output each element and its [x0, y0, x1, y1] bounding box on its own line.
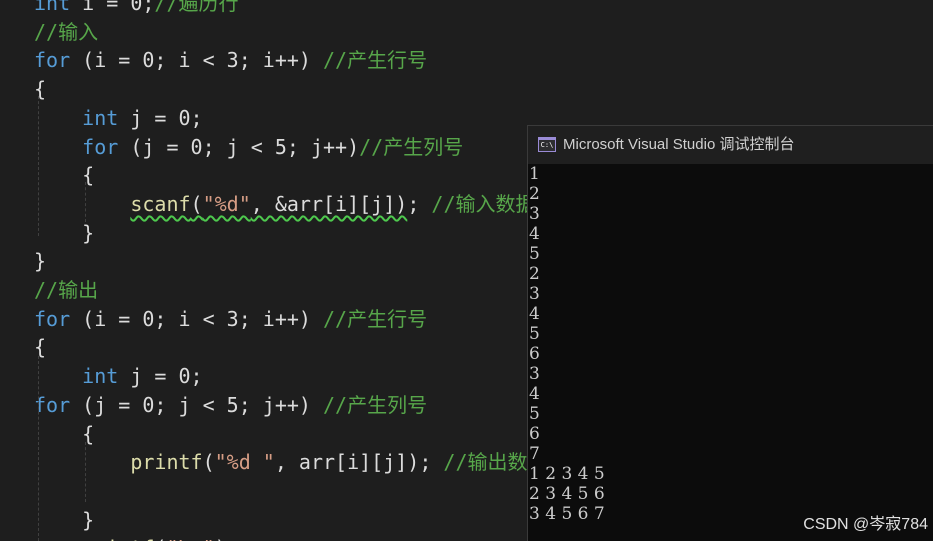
code-token: (i = 0; i < 3; i++)	[70, 48, 323, 72]
code-token: "%d "	[214, 450, 275, 474]
code-token: ;	[407, 192, 432, 216]
console-titlebar[interactable]: C:\ Microsoft Visual Studio 调试控制台	[528, 126, 933, 164]
code-line: {	[34, 332, 46, 362]
console-output-line: 2	[529, 264, 540, 284]
code-token: printf	[130, 450, 203, 474]
code-token: (	[202, 450, 215, 474]
console-output-line: 3	[529, 284, 540, 304]
console-output-line: 6	[529, 344, 540, 364]
code-token: for	[82, 135, 119, 159]
code-line: }	[34, 218, 94, 248]
code-token: j = 0;	[118, 364, 203, 388]
indent-guide	[38, 96, 39, 236]
code-token: {	[34, 77, 47, 101]
code-token: scanf	[130, 192, 191, 216]
console-output-line: 2 3 4 5 6	[529, 484, 605, 504]
code-line: printf("%d ", arr[i][j]); //输出数据	[34, 447, 547, 477]
code-token: (	[190, 192, 203, 216]
console-output-line: 7	[529, 444, 540, 464]
code-line: for (j = 0; j < 5; j++) //产生列号	[34, 390, 427, 420]
code-token: //遍历行	[154, 0, 239, 15]
indent-guide	[85, 182, 86, 222]
code-token: int	[34, 0, 71, 15]
code-token: for	[34, 393, 71, 417]
code-line: for (i = 0; i < 3; i++) //产生行号	[34, 304, 427, 334]
code-token: (j = 0; j < 5; j++)	[70, 393, 323, 417]
code-token: , &arr[i][j])	[250, 192, 408, 216]
code-line: {	[34, 74, 46, 104]
code-token: printf	[82, 536, 154, 541]
code-token: j = 0;	[118, 106, 203, 130]
code-token: }	[34, 508, 95, 532]
code-line: }	[34, 246, 46, 276]
code-token: //产生列号	[359, 135, 464, 159]
code-token: }	[34, 221, 95, 245]
console-output-line: 4	[529, 384, 540, 404]
console-output-line: 4	[529, 304, 540, 324]
code-token: //产生行号	[323, 307, 428, 331]
code-line: printf("\n");	[34, 533, 239, 541]
console-title: Microsoft Visual Studio 调试控制台	[563, 136, 795, 153]
code-token: (i = 0; i < 3; i++)	[70, 307, 323, 331]
code-token: //输出	[34, 278, 99, 302]
code-token: (	[154, 536, 166, 541]
console-output-line: 2	[529, 184, 540, 204]
code-token: //输入数据	[431, 192, 536, 216]
code-token: //产生列号	[323, 393, 428, 417]
code-line: scanf("%d", &arr[i][j]); //输入数据	[34, 189, 536, 219]
code-line: for (j = 0; j < 5; j++)//产生列号	[34, 132, 463, 162]
code-line: }	[34, 505, 94, 535]
console-output-line: 3	[529, 364, 540, 384]
console-output: 1234523456345671 2 3 4 52 3 4 5 63 4 5 6…	[528, 164, 933, 524]
code-token: //输入	[34, 20, 99, 44]
code-token: //产生行号	[323, 48, 428, 72]
code-line: //输出	[34, 275, 98, 305]
console-output-line: 4	[529, 224, 540, 244]
console-output-line: 5	[529, 244, 540, 264]
code-token: {	[34, 335, 47, 359]
code-line: int j = 0;	[34, 361, 203, 391]
code-token: i = 0;	[70, 0, 155, 15]
code-token: , arr[i][j]);	[274, 450, 444, 474]
watermark: CSDN @岑寂784	[803, 516, 928, 533]
code-token: for	[34, 307, 71, 331]
code-token: int	[82, 364, 119, 388]
indent-guide	[38, 356, 39, 541]
code-line: int i = 0;//遍历行	[34, 0, 239, 18]
console-output-line: 3	[529, 204, 540, 224]
console-output-line: 6	[529, 424, 540, 444]
code-line: //输入	[34, 17, 98, 47]
code-token: (j = 0; j < 5; j++)	[118, 135, 360, 159]
console-app-icon: C:\	[538, 137, 556, 152]
code-line: int j = 0;	[34, 103, 203, 133]
code-token: "\n"	[166, 536, 214, 541]
console-output-line: 5	[529, 404, 540, 424]
debug-console-window[interactable]: C:\ Microsoft Visual Studio 调试控制台 123452…	[527, 125, 933, 541]
code-token: for	[34, 48, 71, 72]
code-line: for (i = 0; i < 3; i++) //产生行号	[34, 45, 427, 75]
console-output-line: 5	[529, 324, 540, 344]
code-token: }	[34, 249, 47, 273]
console-output-line: 1	[529, 164, 540, 184]
indent-guide	[85, 442, 86, 502]
code-token: int	[82, 106, 119, 130]
console-output-line: 1 2 3 4 5	[529, 464, 605, 484]
code-token: "%d"	[202, 192, 251, 216]
code-token: );	[215, 536, 239, 541]
